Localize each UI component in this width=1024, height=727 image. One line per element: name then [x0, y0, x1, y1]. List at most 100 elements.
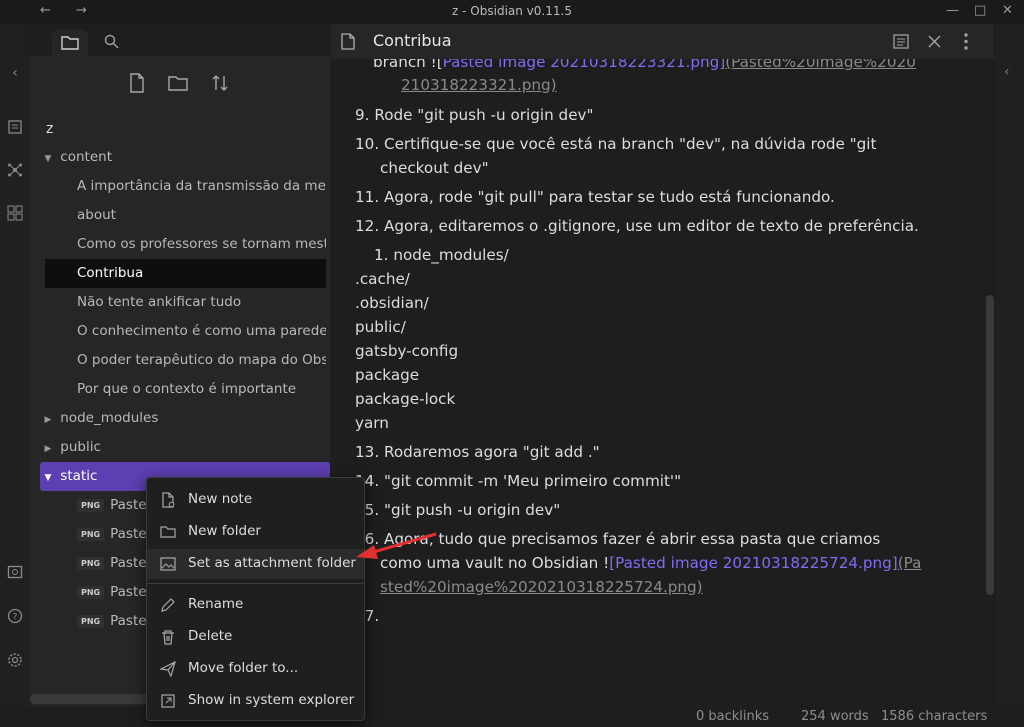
folder-content[interactable]: ▼ content: [40, 143, 330, 172]
right-sidebar-collapsed: ‹: [996, 24, 1024, 706]
close-window-icon[interactable]: ✕: [1002, 3, 1013, 18]
graph-view-icon[interactable]: [6, 162, 24, 180]
content-line: gatsby-config: [355, 342, 459, 360]
file-label: Como os professores se tornam mestr: [77, 236, 326, 252]
new-note-icon[interactable]: [126, 72, 148, 94]
help-icon[interactable]: ?: [6, 608, 24, 626]
minimize-icon[interactable]: —: [946, 3, 959, 18]
folder-label: public: [60, 439, 101, 455]
tab-file-explorer[interactable]: [52, 30, 88, 56]
menu-item-label: Delete: [188, 628, 233, 644]
search-icon[interactable]: [104, 34, 119, 49]
file-item[interactable]: Não tente ankificar tudo: [45, 288, 326, 317]
maximize-icon[interactable]: □: [974, 3, 986, 18]
menu-item-label: New folder: [188, 523, 261, 539]
png-badge: PNG: [77, 498, 105, 512]
plugins-icon[interactable]: [6, 205, 24, 223]
folder-label: node_modules: [60, 410, 159, 426]
file-explorer-actions: [30, 72, 330, 102]
text-fragment: branch ![: [373, 59, 443, 71]
image-url-continuation[interactable]: sted%20image%2020210318225724.png): [380, 578, 703, 596]
file-item[interactable]: Como os professores se tornam mestr: [45, 230, 326, 259]
character-count: 1586 characters: [881, 709, 988, 724]
vault-icon[interactable]: [6, 564, 24, 582]
backlinks-count[interactable]: 0 backlinks: [696, 709, 769, 724]
menu-item-new-note[interactable]: New note: [147, 485, 364, 515]
file-item[interactable]: O poder terapêutico do mapa do Obsi: [45, 346, 326, 375]
folder-public[interactable]: ▶ public: [40, 433, 330, 462]
file-label: Paste: [110, 526, 147, 542]
menu-item-new-folder[interactable]: New folder: [147, 517, 364, 547]
close-pane-icon[interactable]: [928, 35, 941, 48]
png-badge: PNG: [77, 614, 105, 628]
content-line: 12. Agora, editaremos o .gitignore, use …: [355, 217, 919, 235]
content-line: como uma vault no Obsidian ![Pasted imag…: [380, 554, 921, 572]
content-line: 10. Certifique-se que você está na branc…: [355, 135, 877, 153]
caret-right-icon: ▶: [44, 415, 52, 425]
text-fragment: como uma vault no Obsidian !: [380, 554, 610, 572]
png-badge: PNG: [77, 527, 105, 541]
content-line: 13. Rodaremos agora "git add .": [355, 443, 600, 461]
folder-node-modules[interactable]: ▶ node_modules: [40, 404, 330, 433]
sidebar-horizontal-scrollbar[interactable]: [30, 694, 150, 704]
word-count: 254 words: [801, 709, 869, 724]
file-item[interactable]: A importância da transmissão da mens: [45, 172, 326, 201]
preview-toggle-icon[interactable]: [893, 34, 909, 49]
menu-separator: [147, 583, 364, 584]
content-line: 15. "git push -u origin dev": [355, 501, 561, 519]
content-line: .obsidian/: [355, 294, 429, 312]
window-title: z - Obsidian v0.11.5: [452, 4, 572, 18]
caret-right-icon: ▶: [44, 444, 52, 454]
content-line: 9. Rode "git push -u origin dev": [355, 106, 594, 124]
file-label: A importância da transmissão da mens: [77, 178, 326, 194]
menu-item-label: Show in system explorer: [188, 692, 355, 708]
menu-item-move-folder[interactable]: Move folder to...: [147, 654, 364, 684]
expand-right-icon[interactable]: ‹: [1004, 64, 1010, 80]
folder-label: content: [60, 149, 112, 165]
menu-item-rename[interactable]: Rename: [147, 590, 364, 620]
image-link[interactable]: [Pasted image 20210318225724.png]: [609, 554, 897, 572]
trash-icon: [162, 630, 174, 645]
menu-item-delete[interactable]: Delete: [147, 622, 364, 652]
file-item[interactable]: O conhecimento é como uma parede c: [45, 317, 326, 346]
menu-item-show-in-explorer[interactable]: Show in system explorer: [147, 686, 364, 716]
note-title: Contribua: [373, 31, 452, 50]
file-item-active[interactable]: Contribua: [45, 259, 326, 288]
content-line: branch ![Pasted image 20210318223321.png…: [373, 59, 916, 71]
left-ribbon: ‹ ?: [0, 24, 30, 727]
file-item[interactable]: Por que o contexto é importante: [45, 375, 326, 404]
collapse-left-icon[interactable]: ‹: [6, 64, 24, 82]
editor-pane: Contribua branch ![Pasted image 20210318…: [331, 24, 994, 706]
png-badge: PNG: [77, 585, 105, 599]
vault-name: z: [46, 121, 54, 137]
menu-item-label: Set as attachment folder: [188, 555, 356, 571]
file-label: about: [77, 207, 116, 223]
file-item[interactable]: about: [45, 201, 326, 230]
file-label: Contribua: [77, 265, 144, 281]
sort-icon[interactable]: [209, 72, 231, 94]
caret-down-icon: ▼: [44, 154, 52, 164]
file-label: O conhecimento é como uma parede c: [77, 323, 326, 339]
menu-item-label: Move folder to...: [188, 660, 299, 676]
settings-gear-icon[interactable]: [6, 652, 24, 670]
content-line: 11. Agora, rode "git pull" para testar s…: [355, 188, 835, 206]
editor-vertical-scrollbar[interactable]: [986, 295, 994, 595]
content-line: checkout dev": [380, 159, 489, 177]
image-link[interactable]: Pasted image 20210318223321.png]: [443, 59, 726, 71]
image-url[interactable]: (Pasted%20image%2020: [725, 59, 916, 71]
title-bar: ← → z - Obsidian v0.11.5 — □ ✕: [0, 0, 1024, 24]
pencil-icon: [161, 598, 175, 612]
content-line: .cache/: [355, 270, 410, 288]
image-url-continuation[interactable]: 210318223321.png): [401, 76, 557, 94]
quick-switcher-icon[interactable]: [6, 119, 24, 137]
image-url[interactable]: (Pa: [898, 554, 922, 572]
content-line: package: [355, 366, 420, 384]
svg-text:?: ?: [13, 613, 18, 623]
new-folder-icon[interactable]: [167, 72, 189, 94]
folder-context-menu: New note New folder Set as attachment fo…: [146, 477, 365, 721]
more-options-icon[interactable]: [964, 33, 968, 50]
editor-content[interactable]: branch ![Pasted image 20210318223321.png…: [331, 59, 994, 706]
menu-item-set-attachment-folder[interactable]: Set as attachment folder: [147, 549, 364, 579]
file-label: Paste: [110, 584, 147, 600]
file-label: Paste: [110, 613, 147, 629]
